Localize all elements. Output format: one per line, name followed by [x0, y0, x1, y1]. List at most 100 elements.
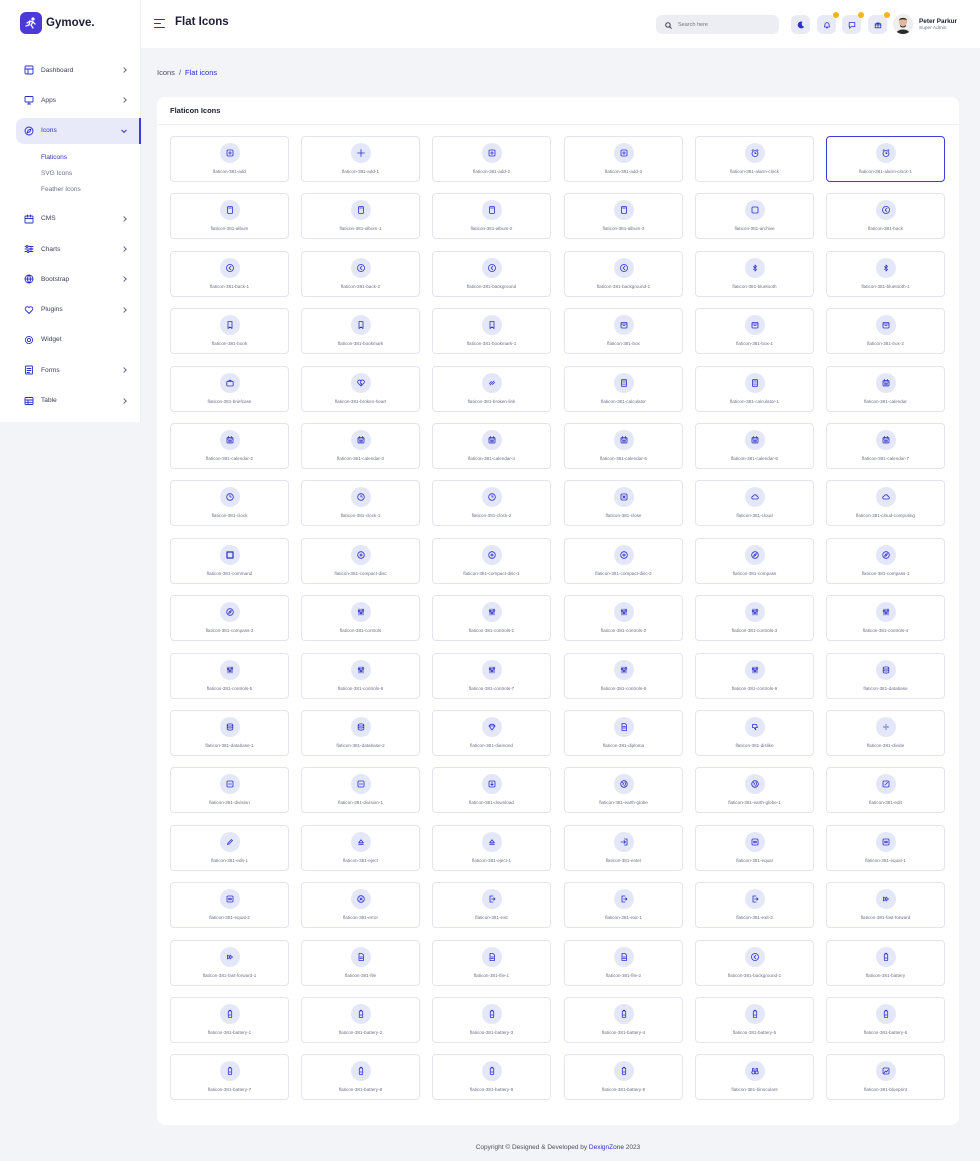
icon-tile[interactable]: flaticon-381-clock [170, 480, 289, 527]
icon-tile[interactable]: flaticon-381-download [432, 767, 551, 814]
icon-tile[interactable]: flaticon-381-controls-6 [301, 652, 420, 699]
icon-tile[interactable]: flaticon-381-edit-1 [170, 824, 289, 871]
sidebar-item-forms[interactable]: Forms [0, 355, 141, 385]
icon-tile[interactable]: flaticon-381-controls-5 [170, 652, 289, 699]
icon-tile[interactable]: flaticon-381-eject-1 [432, 824, 551, 871]
subnav-item-flaticons[interactable]: Flaticons [41, 150, 141, 166]
notifications-button[interactable] [817, 12, 839, 34]
icon-tile[interactable]: flaticon-381-controls-9 [695, 652, 814, 699]
icon-tile[interactable]: flaticon-381-diploma [564, 710, 683, 756]
dark-mode-toggle[interactable] [791, 15, 810, 34]
icon-tile[interactable]: flaticon-381-album-2 [432, 193, 551, 240]
icon-tile[interactable]: flaticon-381-eject [301, 824, 420, 871]
breadcrumb-current[interactable]: Flat icons [185, 68, 217, 77]
icon-tile[interactable]: flaticon-381-equal [695, 824, 814, 871]
icon-tile[interactable]: flaticon-381-exit [432, 882, 551, 929]
breadcrumb-root[interactable]: Icons [157, 68, 175, 77]
sidebar-item-cms[interactable]: CMS [0, 204, 141, 234]
icon-tile[interactable]: flaticon-381-compass [695, 537, 814, 584]
icon-tile[interactable]: flaticon-381-battery-4 [564, 997, 683, 1043]
user-profile[interactable]: Peter Parkur Super Admin [893, 14, 957, 34]
icon-tile[interactable]: flaticon-381-background-1 [695, 939, 814, 986]
icon-tile[interactable]: flaticon-381-binoculars [695, 1054, 814, 1101]
icon-tile[interactable]: flaticon-381-back-2 [301, 250, 420, 297]
icon-tile[interactable]: flaticon-381-file [301, 939, 420, 986]
icon-tile[interactable]: flaticon-381-compact-disc-2 [564, 537, 683, 584]
icon-tile[interactable]: flaticon-381-controls [301, 595, 420, 642]
menu-toggle-icon[interactable] [154, 19, 165, 28]
icon-tile[interactable]: flaticon-381-calendar-2 [170, 423, 289, 469]
icon-tile[interactable]: flaticon-381-calculator [564, 365, 683, 412]
footer-brand-link[interactable]: DexignZone [589, 1144, 624, 1151]
icon-tile[interactable]: flaticon-381-division-1 [301, 767, 420, 814]
icon-tile[interactable]: flaticon-381-add-2 [432, 136, 551, 182]
search-box[interactable] [656, 15, 779, 34]
icon-tile[interactable]: flaticon-381-close [564, 480, 683, 527]
icon-tile[interactable]: flaticon-381-compass-2 [170, 595, 289, 642]
icon-tile[interactable]: flaticon-381-bluetooth [695, 250, 814, 297]
sidebar-item-icons[interactable]: Icons [16, 117, 141, 144]
icon-tile[interactable]: flaticon-381-divide [826, 710, 945, 756]
icon-tile[interactable]: flaticon-381-clock-2 [432, 480, 551, 527]
icon-tile[interactable]: flaticon-381-compact-disc-1 [432, 537, 551, 584]
icon-tile[interactable]: flaticon-381-archive [695, 193, 814, 240]
icon-tile[interactable]: flaticon-381-broken-link [432, 365, 551, 412]
icon-tile[interactable]: flaticon-381-battery-6 [826, 997, 945, 1043]
icon-tile[interactable]: flaticon-381-earth-globe-1 [695, 767, 814, 814]
icon-tile[interactable]: flaticon-381-battery-7 [170, 1054, 289, 1101]
icon-tile[interactable]: flaticon-381-database [826, 652, 945, 699]
icon-tile[interactable]: flaticon-381-controls-3 [695, 595, 814, 642]
sidebar-item-dashboard[interactable]: Dashboard [0, 55, 141, 85]
icon-tile[interactable]: flaticon-381-calendar-5 [564, 423, 683, 469]
icon-tile[interactable]: flaticon-381-diamond [432, 710, 551, 756]
icon-tile[interactable]: flaticon-381-file-1 [432, 939, 551, 986]
icon-tile[interactable]: flaticon-381-equal-1 [826, 824, 945, 871]
icon-tile[interactable]: flaticon-381-battery-9 [432, 1054, 551, 1101]
sidebar-item-apps[interactable]: Apps [0, 85, 141, 115]
icon-tile[interactable]: flaticon-381-back-1 [170, 250, 289, 297]
icon-tile[interactable]: flaticon-381-broken-heart [301, 365, 420, 412]
icon-tile[interactable]: flaticon-381-album-1 [301, 193, 420, 240]
icon-tile[interactable]: flaticon-381-calendar [826, 365, 945, 412]
icon-tile[interactable]: flaticon-381-box-1 [695, 308, 814, 355]
icon-tile[interactable]: flaticon-381-division [170, 767, 289, 814]
icon-tile[interactable]: flaticon-381-book [170, 308, 289, 355]
icon-tile[interactable]: flaticon-381-background [432, 250, 551, 297]
icon-tile[interactable]: flaticon-381-bookmark-1 [432, 308, 551, 355]
icon-tile[interactable]: flaticon-381-album-3 [564, 193, 683, 240]
icon-tile[interactable]: flaticon-381-battery [826, 939, 945, 986]
icon-tile[interactable]: flaticon-381-file-2 [564, 939, 683, 986]
icon-tile[interactable]: flaticon-381-controls-1 [432, 595, 551, 642]
sidebar-item-bootstrap[interactable]: Bootstrap [0, 264, 141, 294]
sidebar-item-plugins[interactable]: Plugins [0, 294, 141, 324]
subnav-item-feather-icons[interactable]: Feather Icons [41, 182, 141, 198]
icon-tile[interactable]: flaticon-381-bluetooth-1 [826, 250, 945, 297]
icon-tile[interactable]: flaticon-381-battery-2 [301, 997, 420, 1043]
icon-tile[interactable]: flaticon-381-calendar-4 [432, 423, 551, 469]
icon-tile[interactable]: flaticon-381-battery-5 [695, 997, 814, 1043]
subnav-item-svg-icons[interactable]: SVG Icons [41, 166, 141, 182]
icon-tile[interactable]: flaticon-381-back [826, 193, 945, 240]
icon-tile[interactable]: flaticon-381-enter [564, 824, 683, 871]
icon-tile[interactable]: flaticon-381-battery-8 [301, 1054, 420, 1101]
icon-tile[interactable]: flaticon-381-exit-2 [695, 882, 814, 929]
icon-tile[interactable]: flaticon-381-bookmark [301, 308, 420, 355]
icon-tile[interactable]: flaticon-381-alarm-clock [695, 136, 814, 182]
messages-button[interactable] [842, 12, 864, 34]
icon-tile[interactable]: flaticon-381-exit-1 [564, 882, 683, 929]
sidebar-item-widget[interactable]: Widget [0, 325, 141, 355]
icon-tile[interactable]: flaticon-381-calendar-6 [695, 423, 814, 469]
icon-tile[interactable]: flaticon-381-briefcase [170, 365, 289, 412]
icon-tile[interactable]: flaticon-381-box [564, 308, 683, 355]
gifts-button[interactable] [868, 12, 890, 34]
icon-tile[interactable]: flaticon-381-controls-2 [564, 595, 683, 642]
icon-tile[interactable]: flaticon-381-command [170, 537, 289, 584]
icon-tile[interactable]: flaticon-381-compass-1 [826, 537, 945, 584]
icon-tile[interactable]: flaticon-381-controls-7 [432, 652, 551, 699]
icon-tile[interactable]: flaticon-381-add-3 [564, 136, 683, 182]
icon-tile[interactable]: flaticon-381-alarm-clock-1 [826, 136, 945, 182]
icon-tile[interactable]: flaticon-381-calculator-1 [695, 365, 814, 412]
icon-tile[interactable]: flaticon-381-fast-forward [826, 882, 945, 929]
icon-tile[interactable]: flaticon-381-database-2 [301, 710, 420, 756]
icon-tile[interactable]: flaticon-381-cloud [695, 480, 814, 527]
